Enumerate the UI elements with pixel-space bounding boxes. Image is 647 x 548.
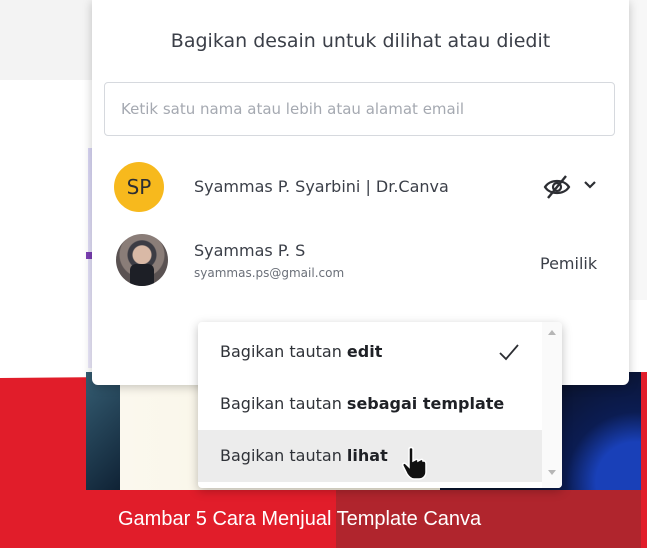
figure-caption: Gambar 5 Cara Menjual Template Canva bbox=[118, 508, 482, 530]
share-link-menu: Bagikan tautan edit Bagikan tautan sebag… bbox=[198, 322, 562, 488]
scroll-down-arrow-icon[interactable] bbox=[548, 470, 556, 475]
avatar: SP bbox=[114, 162, 164, 212]
collaborator-name: Syammas P. S bbox=[194, 241, 306, 260]
background-canvas-band bbox=[0, 80, 92, 370]
menu-item-label: Bagikan tautan sebagai template bbox=[220, 394, 505, 413]
owner-role-label: Pemilik bbox=[540, 254, 598, 273]
menu-scrollbar[interactable] bbox=[542, 322, 562, 488]
collaborator-row: Syammas P. S syammas.ps@gmail.com Pemili… bbox=[112, 232, 622, 288]
avatar bbox=[116, 234, 168, 286]
background-canvas-right bbox=[628, 0, 647, 300]
design-preview-left bbox=[86, 372, 120, 490]
eye-slash-icon[interactable] bbox=[542, 174, 572, 200]
dialog-title: Bagikan desain untuk dilihat atau diedit bbox=[170, 30, 551, 52]
scroll-up-arrow-icon[interactable] bbox=[548, 330, 556, 335]
collaborator-name: Syammas P. Syarbini | Dr.Canva bbox=[194, 177, 449, 196]
menu-item-label: Bagikan tautan edit bbox=[220, 342, 383, 361]
collaborator-email: syammas.ps@gmail.com bbox=[194, 266, 345, 280]
avatar-figure bbox=[130, 264, 154, 286]
hand-pointer-cursor-icon bbox=[402, 446, 427, 480]
menu-item-share-edit-link[interactable]: Bagikan tautan edit bbox=[198, 326, 542, 378]
chevron-down-icon[interactable] bbox=[582, 177, 598, 193]
checkmark-icon bbox=[499, 344, 519, 361]
share-search-input[interactable] bbox=[104, 82, 615, 136]
menu-item-share-template-link[interactable]: Bagikan tautan sebagai template bbox=[198, 378, 542, 430]
background-canvas-left bbox=[0, 0, 92, 80]
menu-item-label: Bagikan tautan lihat bbox=[220, 446, 388, 465]
menu-item-share-view-link[interactable]: Bagikan tautan lihat bbox=[198, 430, 542, 482]
collaborator-row: SP Syammas P. Syarbini | Dr.Canva bbox=[112, 160, 622, 216]
